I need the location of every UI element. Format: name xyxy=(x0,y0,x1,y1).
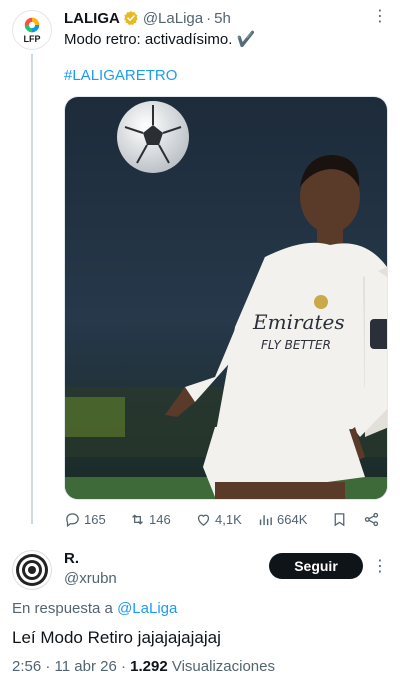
share-button[interactable] xyxy=(363,511,383,528)
author-handle[interactable]: @LaLiga xyxy=(143,10,203,27)
tweet-header: LALIGA @LaLiga · 5h xyxy=(64,8,390,28)
separator-dot: · xyxy=(206,9,212,27)
jersey-sponsor-text: Emirates xyxy=(252,310,345,334)
author-name[interactable]: LALIGA xyxy=(64,10,120,27)
follow-button[interactable]: Seguir xyxy=(269,553,363,579)
in-reply-prefix: En respuesta a xyxy=(12,600,113,617)
views-icon xyxy=(259,514,272,525)
laliga-logo-icon xyxy=(24,17,40,33)
main-tweet[interactable]: LALIGA @LaLiga · 5h ⋮ Modo retro: activa… xyxy=(64,8,390,86)
share-icon xyxy=(364,512,379,526)
bookmark-button[interactable] xyxy=(331,511,351,528)
retweet-count: 146 xyxy=(149,511,171,527)
like-count: 4,1K xyxy=(215,511,242,527)
tweet-media-image[interactable]: Emirates FLY BETTER xyxy=(64,96,388,500)
in-reply-mention[interactable]: @LaLiga xyxy=(117,600,177,617)
reply-button[interactable]: 165 xyxy=(64,511,129,528)
crest-icon xyxy=(314,295,328,309)
retweet-button[interactable]: 146 xyxy=(129,511,195,528)
reply-text: Leí Modo Retiro jajajajajajaj xyxy=(12,628,221,647)
reply-more-options-icon[interactable]: ⋮ xyxy=(372,556,388,576)
retweet-icon xyxy=(132,513,143,525)
laliga-avatar[interactable]: LFP xyxy=(12,10,52,50)
reply-avatar[interactable] xyxy=(12,550,52,590)
reply-views-count: 1.292 xyxy=(130,658,168,675)
tweet-text: Modo retro: activadísimo. ✔️ xyxy=(64,31,256,48)
reply-meta: 2:56 · 11 abr 26 · 1.292 Visualizaciones xyxy=(12,658,275,675)
reply-author-handle[interactable]: @xrubn xyxy=(64,570,117,587)
reply-author-name[interactable]: R. xyxy=(64,550,79,567)
views-count: 664K xyxy=(277,511,308,527)
verified-badge-icon xyxy=(123,11,138,26)
bookmark-icon xyxy=(334,512,345,526)
thread-line xyxy=(31,54,33,524)
reply-icon xyxy=(66,512,79,527)
more-options-icon[interactable]: ⋮ xyxy=(372,8,388,26)
player-photo: Emirates FLY BETTER xyxy=(65,97,387,499)
views-button[interactable]: 664K xyxy=(257,511,327,528)
in-reply-to: En respuesta a @LaLiga xyxy=(12,600,177,617)
reply-count: 165 xyxy=(84,511,106,527)
heart-icon xyxy=(197,514,210,526)
like-button[interactable]: 4,1K xyxy=(195,511,257,528)
reply-timestamp[interactable]: 2:56 · 11 abr 26 · xyxy=(12,658,126,675)
jersey-slogan-text: FLY BETTER xyxy=(261,338,331,352)
reply-views-label: Visualizaciones xyxy=(171,658,275,675)
spiral-avatar-icon xyxy=(12,550,52,590)
avatar-lfp-text: LFP xyxy=(23,34,41,44)
hashtag-link[interactable]: #LALIGARETRO xyxy=(64,67,177,84)
tweet-time[interactable]: 5h xyxy=(214,10,231,27)
tweet-actions: 165 146 4,1K 664K xyxy=(64,508,384,530)
